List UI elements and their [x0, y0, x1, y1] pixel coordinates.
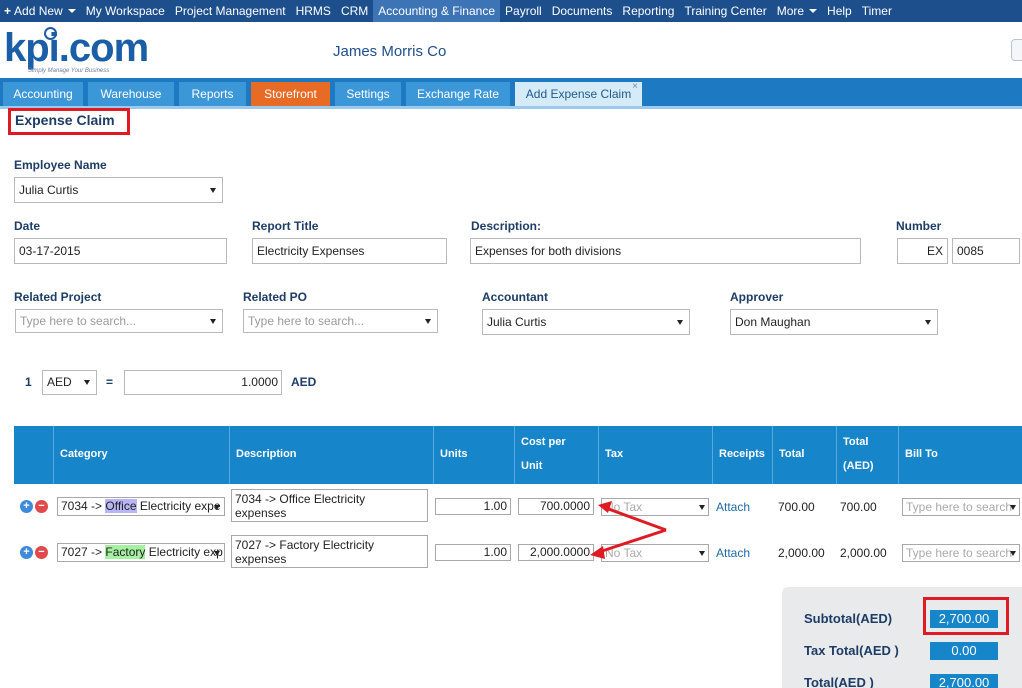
annotation-arrowhead-2 [590, 546, 605, 559]
grand-total-label: Total(AED ) [804, 675, 874, 688]
tax-total-label: Tax Total(AED ) [804, 643, 899, 658]
annotation-arrows [590, 501, 667, 559]
tax-total-value: 0.00 [930, 642, 998, 660]
annotation-arrowhead-1 [598, 501, 612, 513]
grand-total-value: 2,700.00 [930, 674, 998, 688]
annotation-arrow-2 [595, 528, 667, 555]
annotation-subtotal-box [923, 597, 1009, 635]
annotation-arrow-1 [602, 505, 667, 532]
subtotal-label: Subtotal(AED) [804, 611, 893, 626]
